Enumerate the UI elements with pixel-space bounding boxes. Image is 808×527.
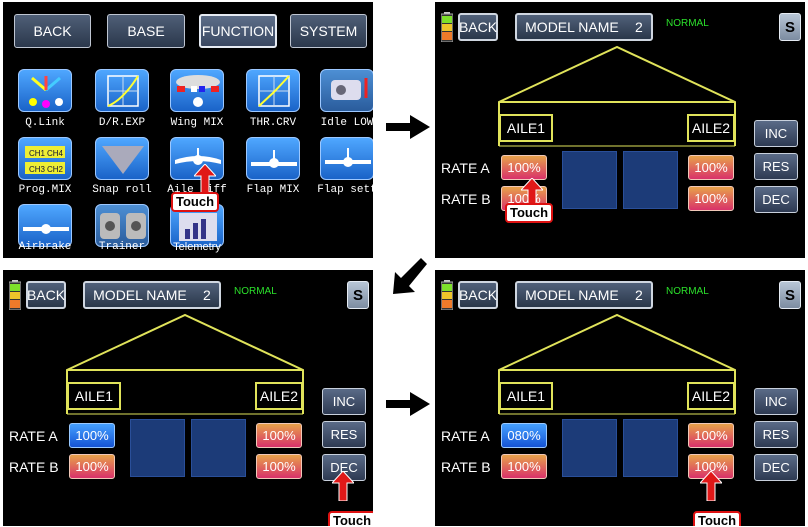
wing-outline-diagram xyxy=(498,45,736,147)
tile-label-airbrake: Airbrake xyxy=(18,241,72,253)
empty-slot xyxy=(562,151,617,209)
thr-curve-icon[interactable] xyxy=(246,69,300,112)
aile1-label: AILE1 xyxy=(67,382,121,410)
svg-text:CH2: CH2 xyxy=(47,165,64,174)
q-link-icon[interactable] xyxy=(18,69,72,112)
rate-b-right-value[interactable]: 100% xyxy=(688,186,734,211)
down-left-arrow-icon xyxy=(393,258,427,294)
tile-label-q-link: Q.Link xyxy=(25,117,65,129)
rate-b-right-value[interactable]: 100% xyxy=(256,454,302,479)
tile-label-snap-roll: Snap roll xyxy=(92,184,152,196)
aile2-label: AILE2 xyxy=(687,114,735,142)
tab-system[interactable]: SYSTEM xyxy=(290,14,367,48)
aile1-label: AILE1 xyxy=(499,382,553,410)
res-button[interactable]: RES xyxy=(754,153,798,180)
empty-slot xyxy=(562,419,617,477)
tile-label-flap-sett: Flap sett xyxy=(317,184,373,196)
aileron-differential-screen: BACK MODEL NAME 2 NORMAL S AILE1 AILE2 I… xyxy=(435,270,805,526)
tab-back[interactable]: BACK xyxy=(14,14,91,48)
empty-slot xyxy=(130,419,185,477)
aileron-differential-screen: BACK MODEL NAME 2 NORMAL S AILE1 AILE2 I… xyxy=(435,2,805,258)
aile2-label: AILE2 xyxy=(255,382,303,410)
rate-a-label: RATE A xyxy=(441,160,490,176)
wing-outline-diagram xyxy=(66,313,304,415)
res-button[interactable]: RES xyxy=(754,421,798,448)
tile-label-thr-crv: THR.CRV xyxy=(249,117,297,129)
tile-label-telemetry: Telemetry xyxy=(173,241,221,253)
empty-slot xyxy=(623,151,678,209)
rate-a-right-value[interactable]: 100% xyxy=(688,155,734,180)
touch-arrow-icon xyxy=(194,164,216,194)
svg-text:CH1: CH1 xyxy=(29,149,46,158)
touch-arrow-icon xyxy=(332,471,354,501)
rate-a-label: RATE A xyxy=(441,428,490,444)
right-arrow-icon xyxy=(386,392,430,416)
touch-indicator: Touch xyxy=(328,511,373,526)
right-arrow-icon xyxy=(386,115,430,139)
empty-slot xyxy=(623,419,678,477)
snap-roll-icon[interactable] xyxy=(95,137,149,180)
rate-a-right-value[interactable]: 100% xyxy=(688,423,734,448)
aile1-label: AILE1 xyxy=(499,114,553,142)
wing-mix-icon[interactable] xyxy=(170,69,224,112)
svg-text:CH3: CH3 xyxy=(29,165,46,174)
tile-label-flap-mix: Flap MIX xyxy=(246,184,300,196)
inc-button[interactable]: INC xyxy=(322,388,366,415)
idle-low-icon[interactable] xyxy=(320,69,373,112)
tab-function[interactable]: FUNCTION xyxy=(199,14,277,48)
empty-slot xyxy=(191,419,246,477)
touch-indicator: Touch xyxy=(171,192,220,212)
inc-button[interactable]: INC xyxy=(754,120,798,147)
rate-b-label: RATE B xyxy=(9,459,59,475)
touch-arrow-icon xyxy=(700,471,722,501)
res-button[interactable]: RES xyxy=(322,421,366,448)
rate-b-left-value[interactable]: 100% xyxy=(501,454,547,479)
rate-b-label: RATE B xyxy=(441,191,491,207)
svg-text:CH4: CH4 xyxy=(47,149,64,158)
rate-a-left-value[interactable]: 100% xyxy=(69,423,115,448)
tile-label-trainer: Trainer xyxy=(98,241,146,253)
inc-button[interactable]: INC xyxy=(754,388,798,415)
prog-mix-icon[interactable]: CH1 CH4 CH3 CH2 xyxy=(18,137,72,180)
flap-mix-icon[interactable] xyxy=(246,137,300,180)
dec-button[interactable]: DEC xyxy=(754,454,798,481)
tile-label-dr-exp: D/R.EXP xyxy=(98,117,146,129)
touch-indicator: Touch xyxy=(505,203,554,223)
rate-b-label: RATE B xyxy=(441,459,491,475)
tile-label-prog-mix: Prog.MIX xyxy=(18,184,72,196)
aile2-label: AILE2 xyxy=(687,382,735,410)
tile-label-idle-low: Idle LOW xyxy=(320,117,373,129)
function-menu-screen: BACK BASE FUNCTION SYSTEM Q.Link D/R.EXP… xyxy=(3,2,373,258)
rate-a-label: RATE A xyxy=(9,428,58,444)
flap-setting-icon[interactable] xyxy=(320,137,373,180)
rate-b-left-value[interactable]: 100% xyxy=(69,454,115,479)
rate-a-right-value[interactable]: 100% xyxy=(256,423,302,448)
rate-a-left-value[interactable]: 080% xyxy=(501,423,547,448)
tile-label-wing-mix: Wing MIX xyxy=(170,117,224,129)
dr-exp-curve-icon[interactable] xyxy=(95,69,149,112)
wing-outline-diagram xyxy=(498,313,736,415)
tab-base[interactable]: BASE xyxy=(107,14,185,48)
dec-button[interactable]: DEC xyxy=(754,186,798,213)
rate-a-left-value[interactable]: 100% xyxy=(501,155,547,180)
aileron-differential-screen: BACK MODEL NAME 2 NORMAL S AILE1 AILE2 I… xyxy=(3,270,373,526)
touch-indicator: Touch xyxy=(693,511,742,526)
